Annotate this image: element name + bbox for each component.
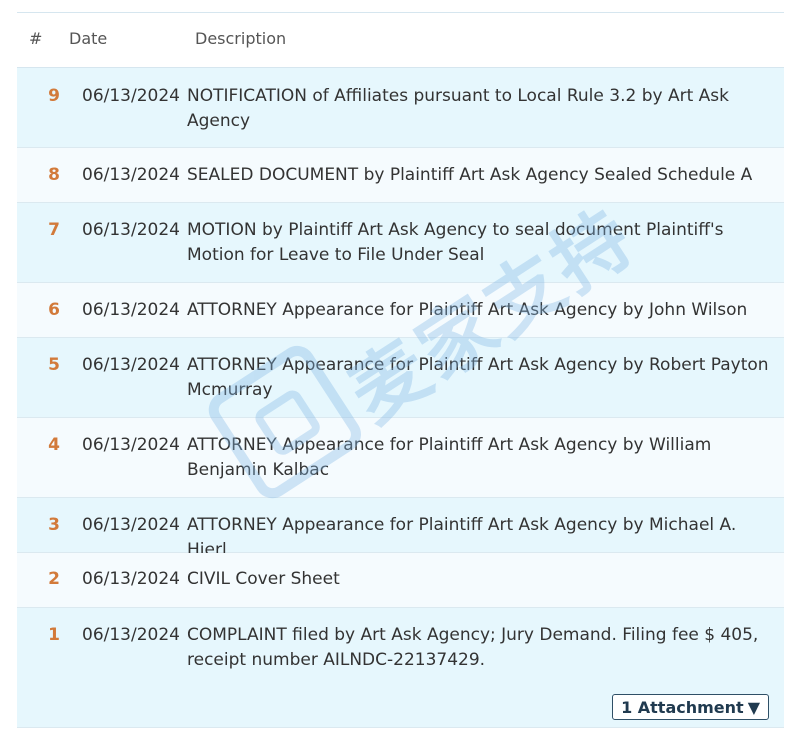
entry-description: MOTION by Plaintiff Art Ask Agency to se… — [187, 220, 724, 265]
table-row: 3 06/13/2024 ATTORNEY Appearance for Pla… — [17, 498, 784, 560]
entry-date: 06/13/2024 — [82, 569, 180, 589]
header-number: # — [29, 29, 43, 48]
docket-table: # Date Description 9 06/13/2024 NOTIFICA… — [17, 12, 784, 728]
entry-number: 4 — [48, 435, 60, 455]
table-row: 5 06/13/2024 ATTORNEY Appearance for Pla… — [17, 338, 784, 418]
entry-number: 5 — [48, 355, 60, 375]
entry-description: ATTORNEY Appearance for Plaintiff Art As… — [187, 355, 769, 400]
entry-date: 06/13/2024 — [82, 165, 180, 185]
entry-date: 06/13/2024 — [82, 625, 180, 645]
entry-number: 2 — [48, 569, 60, 589]
table-row: 4 06/13/2024 ATTORNEY Appearance for Pla… — [17, 418, 784, 498]
entry-date: 06/13/2024 — [82, 86, 180, 106]
entry-description: COMPLAINT filed by Art Ask Agency; Jury … — [187, 625, 759, 670]
entry-number: 8 — [48, 165, 60, 185]
attachment-label: 1 Attachment — [621, 698, 744, 717]
entry-date: 06/13/2024 — [82, 300, 180, 320]
entry-date: 06/13/2024 — [82, 220, 180, 240]
entry-number: 7 — [48, 220, 60, 240]
entry-number: 9 — [48, 86, 60, 106]
entry-date: 06/13/2024 — [82, 435, 180, 455]
caret-down-icon: ▼ — [747, 698, 760, 717]
header-date: Date — [69, 29, 108, 48]
entry-number: 3 — [48, 515, 60, 535]
entry-description: CIVIL Cover Sheet — [187, 569, 340, 589]
entry-description: SEALED DOCUMENT by Plaintiff Art Ask Age… — [187, 165, 753, 185]
table-row: 8 06/13/2024 SEALED DOCUMENT by Plaintif… — [17, 148, 784, 203]
entry-description: NOTIFICATION of Affiliates pursuant to L… — [187, 86, 729, 131]
table-row: 6 06/13/2024 ATTORNEY Appearance for Pla… — [17, 283, 784, 338]
header-description: Description — [195, 29, 287, 48]
table-row: 2 06/13/2024 CIVIL Cover Sheet — [17, 553, 784, 608]
attachment-dropdown-button[interactable]: 1 Attachment ▼ — [612, 694, 769, 720]
entry-description: ATTORNEY Appearance for Plaintiff Art As… — [187, 435, 712, 480]
table-row: 7 06/13/2024 MOTION by Plaintiff Art Ask… — [17, 203, 784, 283]
entry-number: 6 — [48, 300, 60, 320]
table-row: 9 06/13/2024 NOTIFICATION of Affiliates … — [17, 68, 784, 148]
entry-description: ATTORNEY Appearance for Plaintiff Art As… — [187, 300, 748, 320]
table-row: 1 06/13/2024 COMPLAINT filed by Art Ask … — [17, 608, 784, 728]
entry-number: 1 — [48, 625, 60, 645]
table-header: # Date Description — [17, 13, 784, 68]
entry-date: 06/13/2024 — [82, 515, 180, 535]
entry-date: 06/13/2024 — [82, 355, 180, 375]
